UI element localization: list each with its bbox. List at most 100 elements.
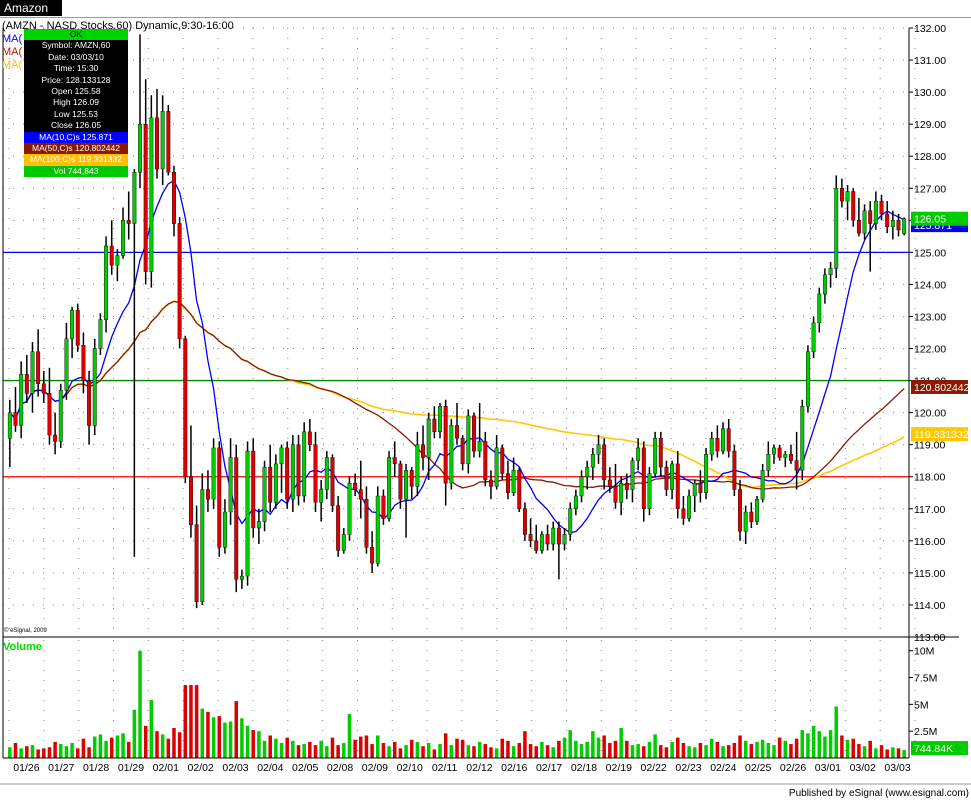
candle-body (41, 383, 46, 394)
volume-bar (64, 746, 69, 758)
volume-bar (109, 737, 114, 758)
volume-bar (211, 717, 216, 758)
candle-body (896, 220, 901, 231)
candle-body (177, 223, 182, 340)
candle-body (132, 172, 137, 224)
candle-body (511, 470, 516, 493)
volume-bar (783, 740, 788, 758)
candle-body (143, 123, 148, 272)
volume-tick-label: 5M (914, 699, 929, 711)
candle-body (336, 505, 341, 551)
volume-bar (342, 742, 346, 758)
volume-bar (789, 744, 793, 758)
candle-body (534, 540, 539, 551)
candle-body (87, 380, 92, 426)
volume-bar (19, 748, 23, 758)
candle-body (19, 373, 24, 426)
date-tick-label: 02/17 (536, 762, 562, 774)
volume-bar (268, 735, 272, 758)
volume-bar (896, 748, 901, 758)
candle-body (330, 457, 335, 506)
volume-bar (579, 744, 584, 758)
candle-body (183, 338, 188, 477)
volume-bar (364, 735, 369, 758)
cursor-price: Price: 128.133128 (41, 74, 111, 85)
candle-body (375, 495, 380, 564)
volume-bar (732, 742, 737, 758)
volume-tick-label: 10M (914, 646, 934, 658)
candle-body (370, 547, 375, 564)
candle-body (505, 473, 510, 493)
volume-bar (376, 735, 380, 758)
candle-body (239, 575, 244, 580)
volume-bar (721, 746, 725, 758)
volume-bar (534, 746, 538, 758)
volume-bar (206, 711, 210, 758)
candle-body (596, 444, 601, 455)
volume-bar (432, 749, 437, 758)
volume-bar (330, 737, 335, 758)
candle-body (24, 373, 29, 394)
candle-body (438, 406, 442, 433)
price-tick-label: 117.00 (914, 504, 945, 516)
volume-bar (121, 733, 125, 758)
volume-bar (562, 737, 567, 758)
price-chart[interactable]: 113.00 114.00 115.00 116.00 117.00 118.00 119.… (0, 0, 971, 800)
candle-body (647, 473, 652, 509)
price-tick-label: 119.00 (914, 440, 945, 452)
cursor-date: Date: 03/03/10 (48, 51, 104, 62)
volume-bar (308, 741, 312, 758)
volume-bar (670, 741, 674, 758)
candle-body (568, 508, 573, 535)
candle-body (92, 348, 97, 426)
volume-bar (834, 706, 838, 758)
volume-bar (466, 745, 471, 758)
price-tick-label: 115.00 (914, 568, 945, 580)
date-tick-label: 02/22 (641, 762, 667, 774)
candle-body (794, 460, 799, 471)
candle-body (262, 466, 267, 522)
volume-bar (472, 746, 476, 758)
candle-body (443, 406, 448, 484)
candle-body (166, 111, 171, 173)
volume-bar (477, 741, 482, 758)
candle-body (234, 457, 239, 580)
candle-body (579, 476, 584, 497)
volume-bar (81, 738, 86, 758)
volume-bar (143, 725, 148, 758)
volume-bar (285, 737, 289, 758)
volume-bar (794, 738, 799, 758)
candle-body (556, 527, 561, 545)
candle-body (783, 454, 788, 458)
candle-body (624, 482, 629, 490)
candle-body (466, 415, 471, 465)
volume-bar (455, 738, 459, 758)
volume-bar (240, 718, 244, 758)
volume-bar (36, 749, 40, 758)
volume-bar (347, 714, 352, 758)
volume-bar (709, 738, 714, 758)
volume-bar (92, 736, 97, 758)
volume-tag: 744.84K (914, 743, 953, 755)
volume-bar (132, 709, 137, 758)
volume-bar (223, 722, 227, 758)
volume-bar (823, 736, 827, 758)
volume-bar (891, 747, 895, 758)
volume-bar (874, 748, 878, 758)
date-tick-label: 02/03 (222, 762, 248, 774)
candle-body (432, 418, 437, 433)
volume-bar (449, 745, 454, 758)
cursor-ok-button[interactable]: OK (24, 29, 128, 41)
cursor-low: Low 125.53 (54, 108, 98, 119)
candle-body (477, 441, 482, 452)
ma10-label: MA( (2, 33, 23, 45)
candle-body (721, 428, 725, 452)
price-tick-label: 128.00 (914, 151, 946, 163)
cursor-open: Open 125.58 (51, 85, 101, 96)
candle-body (822, 274, 827, 295)
candle-body (251, 450, 256, 529)
candle-body (273, 463, 278, 503)
candle-body (602, 444, 607, 481)
candle-body (760, 470, 765, 500)
date-tick-label: 02/25 (745, 762, 771, 774)
